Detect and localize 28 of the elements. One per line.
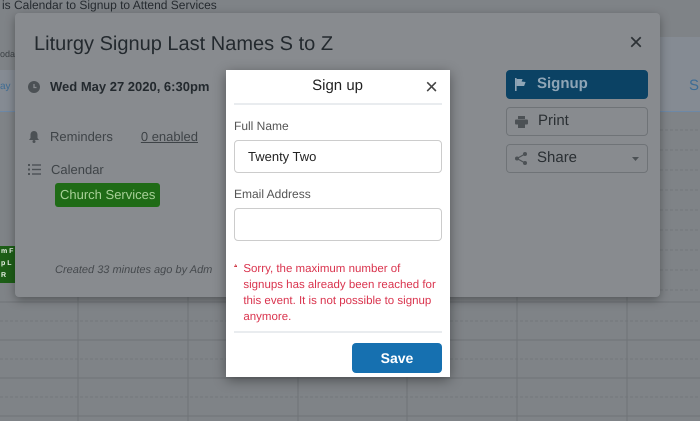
print-button[interactable]: Print	[506, 107, 648, 136]
field-label: Full Name	[234, 118, 290, 135]
dialog-title: Liturgy Signup Last Names S to Z	[34, 32, 334, 57]
caret-icon	[632, 156, 639, 160]
signup-button[interactable]: Signup	[506, 70, 648, 99]
printer-icon	[515, 116, 528, 128]
calendar-label: Calendar	[51, 161, 104, 179]
bell-icon	[28, 130, 40, 144]
flag-icon	[515, 78, 527, 91]
calendar-tag: Church Services	[55, 183, 160, 206]
event-date: Wed May 27 2020, 6:30pm	[50, 78, 210, 96]
clock-icon	[28, 80, 40, 93]
close-button[interactable]: ×	[421, 76, 442, 98]
save-button[interactable]: Save	[352, 343, 442, 373]
created-note: Created 33 minutes ago by Adm	[55, 263, 212, 278]
reminders-label: Reminders	[50, 128, 113, 146]
close-button[interactable]: ×	[629, 31, 644, 55]
dialog-title: Sign up	[311, 76, 364, 96]
input-field[interactable]: Twenty Two	[234, 140, 442, 173]
list-icon	[28, 164, 41, 176]
reminders-link[interactable]: 0 enabled	[140, 127, 198, 146]
page-title: is Calendar to Signup to Attend Services	[2, 0, 217, 12]
input-field[interactable]	[234, 208, 442, 241]
field-label: Email Address	[234, 186, 312, 203]
calendar-label: oda	[0, 48, 16, 61]
share-icon	[515, 152, 527, 165]
share-button[interactable]: Share	[506, 144, 648, 173]
error-message: Sorry, the maximum number of signups has already been reached for this event. It is not possible to signup anymore.	[243, 262, 437, 325]
